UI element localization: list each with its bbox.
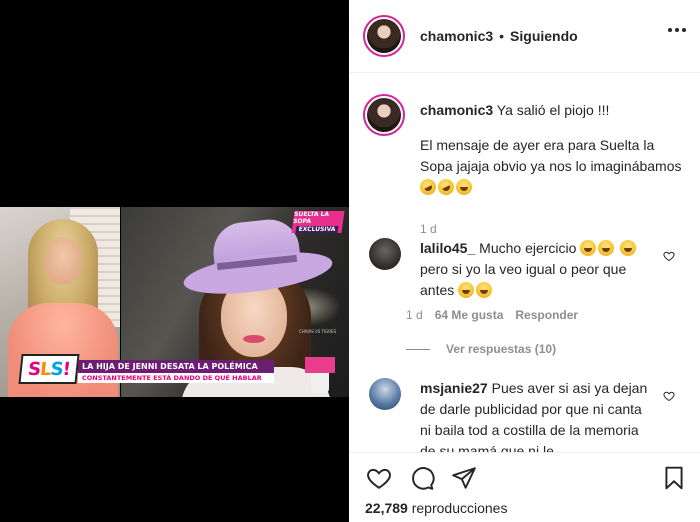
comment-meta: 1 d 64 Me gusta Responder xyxy=(406,308,578,322)
exclusive-badge: SUELTA LA SOPA EXCLUSIVA xyxy=(291,211,345,233)
microphone-flag xyxy=(305,357,335,373)
comment-item: msjanie27 Pues aver si asi ya dejan de d… xyxy=(363,378,693,452)
paper-plane-icon[interactable] xyxy=(451,465,477,491)
replies-divider xyxy=(406,348,430,350)
comment-text: msjanie27 Pues aver si asi ya dejan de d… xyxy=(420,380,648,452)
bookmark-icon[interactable] xyxy=(661,465,687,491)
comments-list[interactable]: chamonic3 Ya salió el piojo !!! El mensa… xyxy=(349,74,700,452)
avatar[interactable] xyxy=(363,15,405,57)
comment-item: lalilo45_ Mucho ejercicio pero si yo la … xyxy=(363,238,693,338)
headline-text: LA HIJA DE JENNI DESATA LA POLÉMICA xyxy=(82,362,258,371)
presenter-face xyxy=(44,237,82,285)
post-actions: 22,789 reproducciones xyxy=(349,452,700,522)
headline-bar: LA HIJA DE JENNI DESATA LA POLÉMICA xyxy=(78,360,274,373)
comment-likes[interactable]: 64 Me gusta xyxy=(435,308,504,322)
grinning-emoji-icon xyxy=(620,240,637,256)
header-username[interactable]: chamonic3 xyxy=(420,28,493,44)
grinning-emoji-icon xyxy=(456,179,472,195)
grinning-emoji-icon xyxy=(598,240,615,256)
subheadline-bar: CONSTANTEMENTE ESTÁ DANDO DE QUÉ HABLAR xyxy=(78,373,274,383)
post-panel: chamonic3 • Siguiendo chamonic3 Ya salió… xyxy=(349,0,700,522)
grinning-emoji-icon xyxy=(580,240,597,256)
follow-status-button[interactable]: Siguiendo xyxy=(510,28,578,44)
badge-exclusive-label: EXCLUSIVA xyxy=(295,226,339,233)
caption-avatar[interactable] xyxy=(363,94,405,136)
view-replies-label: Ver respuestas (10) xyxy=(446,342,557,356)
comment-heart-icon[interactable] xyxy=(663,390,675,402)
location-caption: CHIVAS VS TIGRES xyxy=(299,329,337,334)
show-logo: S L S! xyxy=(18,354,80,384)
interviewee-lips xyxy=(243,335,265,343)
views-count[interactable]: 22,789 reproducciones xyxy=(365,500,507,516)
comment-username[interactable]: msjanie27 xyxy=(420,380,488,396)
laughing-emoji-icon xyxy=(435,176,457,198)
comment-avatar[interactable] xyxy=(369,238,401,270)
more-horizontal-icon[interactable] xyxy=(668,28,686,32)
comment-icon[interactable] xyxy=(409,465,435,491)
badge-show-name: SUELTA LA SOPA xyxy=(292,211,330,225)
grinning-emoji-icon xyxy=(476,282,493,298)
views-label: reproducciones xyxy=(411,500,508,516)
post-media[interactable]: SUELTA LA SOPA EXCLUSIVA CHIVAS VS TIGRE… xyxy=(0,0,349,522)
comment-text: lalilo45_ Mucho ejercicio pero si yo la … xyxy=(420,238,655,301)
comment-avatar[interactable] xyxy=(369,378,401,410)
caption-text: chamonic3 Ya salió el piojo !!! El mensa… xyxy=(417,100,685,198)
caption-time[interactable]: 1 d xyxy=(420,222,437,236)
reply-button[interactable]: Responder xyxy=(515,308,578,322)
video-frame[interactable]: SUELTA LA SOPA EXCLUSIVA CHIVAS VS TIGRE… xyxy=(0,207,349,397)
subheadline-text: CONSTANTEMENTE ESTÁ DANDO DE QUÉ HABLAR xyxy=(82,374,262,382)
caption-line-1: Ya salió el piojo !!! xyxy=(496,102,610,118)
comment-heart-icon[interactable] xyxy=(663,250,675,262)
caption-username[interactable]: chamonic3 xyxy=(420,102,493,118)
comment-time[interactable]: 1 d xyxy=(406,308,423,322)
heart-icon[interactable] xyxy=(366,465,392,491)
header-separator: • xyxy=(499,28,505,44)
post-header: chamonic3 • Siguiendo xyxy=(349,0,700,73)
avatar-image xyxy=(367,19,401,53)
caption-line-2: El mensaje de ayer era para Suelta la So… xyxy=(420,137,682,174)
lower-third: S L S! LA HIJA DE JENNI DESATA LA POLÉMICA… xyxy=(18,354,280,386)
comment-username[interactable]: lalilo45_ xyxy=(420,240,475,256)
view-replies-button[interactable]: Ver respuestas (10) xyxy=(406,342,556,356)
grinning-emoji-icon xyxy=(458,282,475,298)
views-number: 22,789 xyxy=(365,500,408,516)
laughing-emoji-icon xyxy=(417,176,439,198)
